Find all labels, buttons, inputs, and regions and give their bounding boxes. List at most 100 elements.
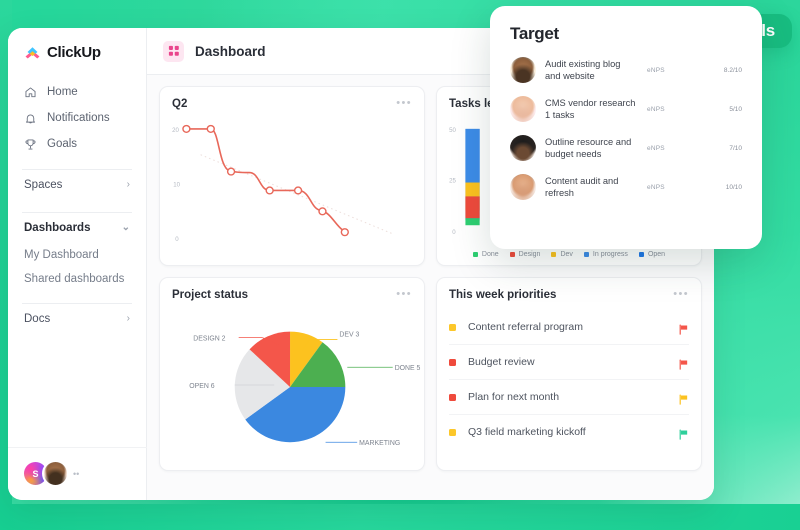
sidebar: ClickUp Home Notifications Goals Spaces … bbox=[8, 28, 147, 500]
legend-label: In progress bbox=[592, 251, 628, 258]
legend-swatch bbox=[638, 252, 644, 257]
legend-label: Design bbox=[518, 251, 541, 258]
target-panel: Target Audit existing blog and website e… bbox=[490, 6, 762, 249]
metric-label: eNPS bbox=[647, 183, 665, 191]
legend-item: Dev bbox=[551, 251, 573, 258]
pie-label-open: OPEN 6 bbox=[189, 383, 214, 390]
screenshot-root: ClickUp Home Notifications Goals Spaces … bbox=[0, 0, 800, 530]
target-name: Content audit and refresh bbox=[545, 176, 619, 198]
sidebar-section-label: Docs bbox=[24, 313, 51, 325]
target-name: CMS vendor research 1 tasks bbox=[545, 98, 636, 120]
svg-text:20: 20 bbox=[172, 128, 179, 134]
sidebar-item-goals[interactable]: Goals bbox=[8, 131, 146, 157]
card-title: This week priorities bbox=[449, 289, 557, 301]
ellipsis-icon[interactable]: •• bbox=[73, 469, 79, 479]
chevron-right-icon: › bbox=[126, 179, 130, 190]
sidebar-item-shared-dashboards[interactable]: Shared dashboards bbox=[8, 267, 146, 291]
list-item[interactable]: Plan for next month bbox=[449, 380, 689, 415]
flag-icon[interactable] bbox=[678, 357, 689, 370]
sidebar-item-label: Goals bbox=[47, 138, 78, 150]
pie-label-done: DONE 5 bbox=[395, 365, 421, 372]
card-menu-button[interactable]: ••• bbox=[673, 289, 689, 300]
user-avatar[interactable] bbox=[42, 460, 69, 487]
avatar bbox=[510, 96, 536, 122]
legend-swatch bbox=[472, 252, 478, 257]
target-row[interactable]: Outline resource and budget needs eNPS 7… bbox=[510, 135, 742, 161]
backdrop-bottom-strip bbox=[0, 504, 800, 530]
priority-label: Plan for next month bbox=[468, 391, 560, 403]
pie-label-marketing: MARKETING bbox=[359, 440, 400, 447]
metric-label: eNPS bbox=[647, 66, 665, 74]
card-header: Q2 ••• bbox=[160, 87, 424, 111]
brand-name: ClickUp bbox=[47, 44, 101, 61]
legend-item: Done bbox=[472, 251, 499, 258]
target-title: Target bbox=[510, 24, 559, 43]
target-row[interactable]: Audit existing blog and website eNPS 8.2… bbox=[510, 57, 742, 83]
status-square-icon bbox=[449, 323, 456, 331]
sidebar-subitem-label: My Dashboard bbox=[24, 249, 99, 261]
legend-label: Done bbox=[481, 251, 499, 258]
page-title: Dashboard bbox=[195, 43, 266, 59]
metric-value: 10/10 bbox=[725, 183, 742, 191]
sidebar-item-dashboards[interactable]: Dashboards ⌄ bbox=[8, 213, 146, 243]
sidebar-item-spaces[interactable]: Spaces › bbox=[8, 170, 146, 200]
target-meter: eNPS 5/10 bbox=[647, 106, 742, 113]
metric-value: 8.2/10 bbox=[723, 66, 742, 74]
avatar bbox=[510, 135, 536, 161]
pie-label-dev: DEV 3 bbox=[339, 332, 359, 339]
legend-label: Open bbox=[647, 251, 666, 258]
svg-text:25: 25 bbox=[449, 179, 456, 185]
flag-icon[interactable] bbox=[678, 427, 689, 440]
legend-label: Dev bbox=[560, 251, 573, 258]
sidebar-item-label: Notifications bbox=[47, 112, 110, 124]
sidebar-subitem-label: Shared dashboards bbox=[24, 273, 125, 285]
legend-swatch bbox=[509, 252, 515, 257]
avatar-stack[interactable]: S •• bbox=[24, 460, 79, 487]
svg-text:50: 50 bbox=[449, 128, 456, 134]
legend-item: In progress bbox=[583, 251, 628, 258]
target-row[interactable]: Content audit and refresh eNPS 10/10 bbox=[510, 174, 742, 200]
flag-icon[interactable] bbox=[678, 322, 689, 335]
target-row[interactable]: CMS vendor research 1 tasks eNPS 5/10 bbox=[510, 96, 742, 122]
priority-label: Budget review bbox=[468, 356, 535, 368]
status-square-icon bbox=[449, 358, 456, 366]
legend-swatch bbox=[551, 252, 557, 257]
project-status-pie: DEV 3 DONE 5 DESIGN 2 OPEN 6 MARKETING bbox=[160, 306, 424, 464]
target-meter: eNPS 10/10 bbox=[647, 184, 742, 191]
sidebar-item-label: Home bbox=[47, 86, 78, 98]
svg-text:0: 0 bbox=[452, 230, 456, 236]
card-menu-button[interactable]: ••• bbox=[396, 289, 412, 300]
trophy-icon bbox=[24, 138, 37, 151]
sidebar-item-notifications[interactable]: Notifications bbox=[8, 105, 146, 131]
priority-label: Content referral program bbox=[468, 321, 583, 333]
list-item[interactable]: Budget review bbox=[449, 345, 689, 380]
list-item[interactable]: Q3 field marketing kickoff bbox=[449, 415, 689, 449]
card-priorities: This week priorities ••• Content referra… bbox=[436, 277, 702, 471]
sidebar-item-home[interactable]: Home bbox=[8, 79, 146, 105]
card-header: Project status ••• bbox=[160, 278, 424, 302]
card-burndown: Q2 ••• 20 10 0 bbox=[159, 86, 425, 266]
status-square-icon bbox=[449, 393, 456, 401]
sidebar-nav: Home Notifications Goals bbox=[8, 79, 146, 157]
sidebar-item-docs[interactable]: Docs › bbox=[8, 304, 146, 334]
card-title: Project status bbox=[172, 289, 249, 301]
chevron-right-icon: › bbox=[126, 313, 130, 324]
chevron-down-icon: ⌄ bbox=[121, 222, 130, 233]
clickup-logo-icon bbox=[24, 44, 41, 61]
target-meter: eNPS 7/10 bbox=[647, 145, 742, 152]
legend-item: Open bbox=[638, 251, 666, 258]
list-item[interactable]: Content referral program bbox=[449, 310, 689, 345]
metric-label: eNPS bbox=[647, 144, 665, 152]
legend-item: Design bbox=[509, 251, 541, 258]
sidebar-item-my-dashboard[interactable]: My Dashboard bbox=[8, 243, 146, 267]
priorities-list: Content referral program Budget review P… bbox=[437, 301, 701, 449]
sidebar-section-label: Spaces bbox=[24, 179, 63, 191]
avatar bbox=[510, 174, 536, 200]
chart-legend: Done Design Dev In progress Open bbox=[437, 251, 701, 258]
dashboard-grid-icon bbox=[163, 40, 184, 62]
card-menu-button[interactable]: ••• bbox=[396, 98, 412, 109]
brand[interactable]: ClickUp bbox=[8, 28, 146, 61]
burndown-chart: 20 10 0 bbox=[160, 115, 424, 259]
card-title: Q2 bbox=[172, 98, 188, 110]
flag-icon[interactable] bbox=[678, 392, 689, 405]
